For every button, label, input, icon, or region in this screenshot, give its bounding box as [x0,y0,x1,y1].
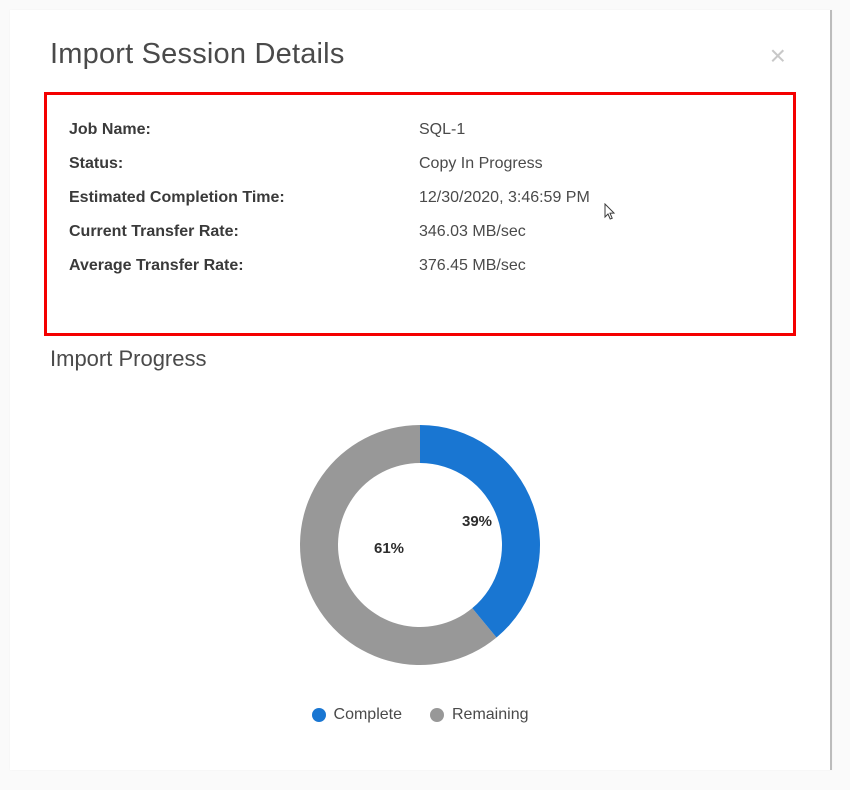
legend-item-remaining: Remaining [430,706,528,724]
legend-remaining-label: Remaining [452,706,528,724]
job-name-label: Job Name: [69,121,419,139]
donut-pct-complete: 39% [462,513,492,530]
eta-label: Estimated Completion Time: [69,189,419,207]
close-icon[interactable]: × [766,38,790,74]
donut-arc-complete [420,425,540,637]
job-name-value: SQL-1 [419,121,465,139]
detail-row-job-name: Job Name: SQL-1 [69,113,771,147]
page-title: Import Session Details [50,38,345,71]
donut-pct-remaining: 61% [374,540,404,557]
legend-dot-remaining-icon [430,708,444,722]
import-session-panel: Import Session Details × Job Name: SQL-1… [10,10,832,770]
detail-row-average-rate: Average Transfer Rate: 376.45 MB/sec [69,249,771,283]
legend-dot-complete-icon [312,708,326,722]
panel-header: Import Session Details × [10,10,830,84]
detail-row-status: Status: Copy In Progress [69,147,771,181]
donut-svg [285,410,555,680]
current-rate-value: 346.03 MB/sec [419,223,526,241]
detail-row-current-rate: Current Transfer Rate: 346.03 MB/sec [69,215,771,249]
current-rate-label: Current Transfer Rate: [69,223,419,241]
donut-chart: 39% 61% [285,410,555,680]
legend-item-complete: Complete [312,706,402,724]
cursor-icon [604,203,618,225]
detail-row-eta: Estimated Completion Time: 12/30/2020, 3… [69,181,771,215]
legend-complete-label: Complete [334,706,402,724]
donut-chart-wrapper: 39% 61% [10,410,830,680]
import-progress-title: Import Progress [50,346,790,372]
details-box: Job Name: SQL-1 Status: Copy In Progress… [44,92,796,336]
eta-value: 12/30/2020, 3:46:59 PM [419,189,590,207]
average-rate-label: Average Transfer Rate: [69,257,419,275]
chart-legend: Complete Remaining [10,706,830,724]
status-value: Copy In Progress [419,155,543,173]
eta-text: 12/30/2020, 3:46:59 PM [419,189,590,206]
average-rate-value: 376.45 MB/sec [419,257,526,275]
status-label: Status: [69,155,419,173]
